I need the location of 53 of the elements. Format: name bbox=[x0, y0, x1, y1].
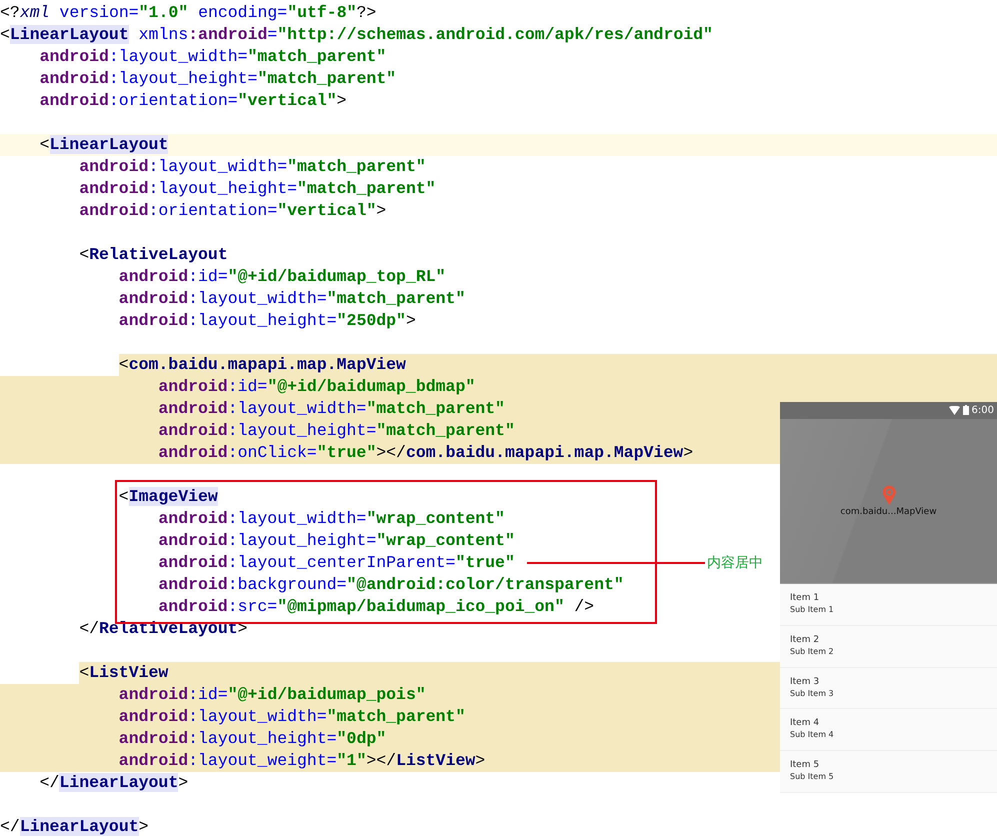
code-line: android:layout_height="match_parent" bbox=[79, 179, 436, 198]
code-line: android:layout_height="wrap_content" bbox=[158, 531, 515, 550]
item-title: Item 1 bbox=[790, 592, 820, 604]
code-line: <ListView bbox=[79, 663, 168, 682]
code-line: </RelativeLayout> bbox=[79, 619, 248, 638]
code-line: android:layout_height="match_parent" bbox=[40, 69, 396, 88]
item-title: Item 4 bbox=[790, 717, 820, 730]
code-line: android:layout_height="0dp" bbox=[118, 729, 386, 748]
code-line: <LinearLayout bbox=[40, 135, 168, 154]
battery-icon bbox=[962, 405, 969, 416]
code-line: android:layout_weight="1"></ListView> bbox=[118, 751, 486, 770]
list-item[interactable]: Item 5 Sub Item 5 bbox=[780, 751, 997, 794]
code-line: android:src="@mipmap/baidumap_ico_poi_on" /> bbox=[158, 597, 594, 616]
code-line: </LinearLayout> bbox=[40, 773, 188, 792]
code-line: android:orientation="vertical"> bbox=[40, 91, 347, 110]
code-line: <ImageView bbox=[118, 487, 218, 506]
code-line: <RelativeLayout bbox=[79, 245, 228, 264]
status-time: 6:00 bbox=[972, 404, 994, 416]
code-line: </LinearLayout> bbox=[0, 817, 149, 836]
map-pin-icon bbox=[882, 484, 896, 505]
code-line: android:layout_width="match_parent" bbox=[158, 399, 505, 418]
code-line: <LinearLayout xmlns:android="http://schemas.android.com/apk/res/android" bbox=[0, 25, 713, 44]
code-line: android:id="@+id/baidumap_bdmap" bbox=[158, 377, 476, 396]
item-subtitle: Sub Item 3 bbox=[790, 688, 835, 699]
code-line: android:background="@android:color/transparent" bbox=[158, 575, 624, 594]
list-item[interactable]: Item 1 Sub Item 1 bbox=[780, 584, 997, 626]
item-title: Item 3 bbox=[790, 676, 820, 688]
code-line: android:onClick="true"></com.baidu.mapapi.map.MapView> bbox=[158, 443, 694, 462]
code-line: android:layout_width="match_parent" bbox=[118, 707, 466, 726]
list-item[interactable]: Item 3 Sub Item 3 bbox=[780, 668, 997, 710]
code-line: android:orientation="vertical"> bbox=[79, 201, 386, 220]
code-line: android:id="@+id/baidumap_top_RL" bbox=[118, 267, 446, 286]
list-item[interactable]: Item 2 Sub Item 2 bbox=[780, 626, 997, 668]
annotation-label: 内容居中 bbox=[707, 554, 763, 573]
map-label: com.baidu...MapView bbox=[840, 506, 937, 517]
item-subtitle: Sub Item 2 bbox=[790, 646, 835, 657]
item-title: Item 5 bbox=[790, 759, 820, 772]
code-line: <com.baidu.mapapi.map.MapView bbox=[118, 355, 406, 374]
item-subtitle: Sub Item 1 bbox=[790, 604, 835, 615]
list-item[interactable]: Item 4 Sub Item 4 bbox=[780, 709, 997, 752]
code-line: android:layout_width="match_parent" bbox=[79, 157, 426, 176]
wifi-icon bbox=[948, 406, 960, 415]
code-line: android:layout_height="250dp"> bbox=[118, 311, 416, 330]
code-line: <?xml version="1.0" encoding="utf-8"?> bbox=[0, 3, 376, 22]
code-line: android:layout_width="wrap_content" bbox=[158, 509, 505, 528]
code-line: android:layout_centerInParent="true" bbox=[158, 553, 515, 572]
item-subtitle: Sub Item 5 bbox=[790, 771, 835, 782]
code-line: android:layout_width="match_parent" bbox=[118, 289, 466, 308]
code-line: android:layout_width="match_parent" bbox=[40, 47, 386, 66]
code-line: android:layout_height="match_parent" bbox=[158, 421, 515, 440]
item-subtitle: Sub Item 4 bbox=[790, 729, 835, 740]
item-title: Item 2 bbox=[790, 634, 820, 646]
code-line: android:id="@+id/baidumap_pois" bbox=[118, 685, 426, 704]
